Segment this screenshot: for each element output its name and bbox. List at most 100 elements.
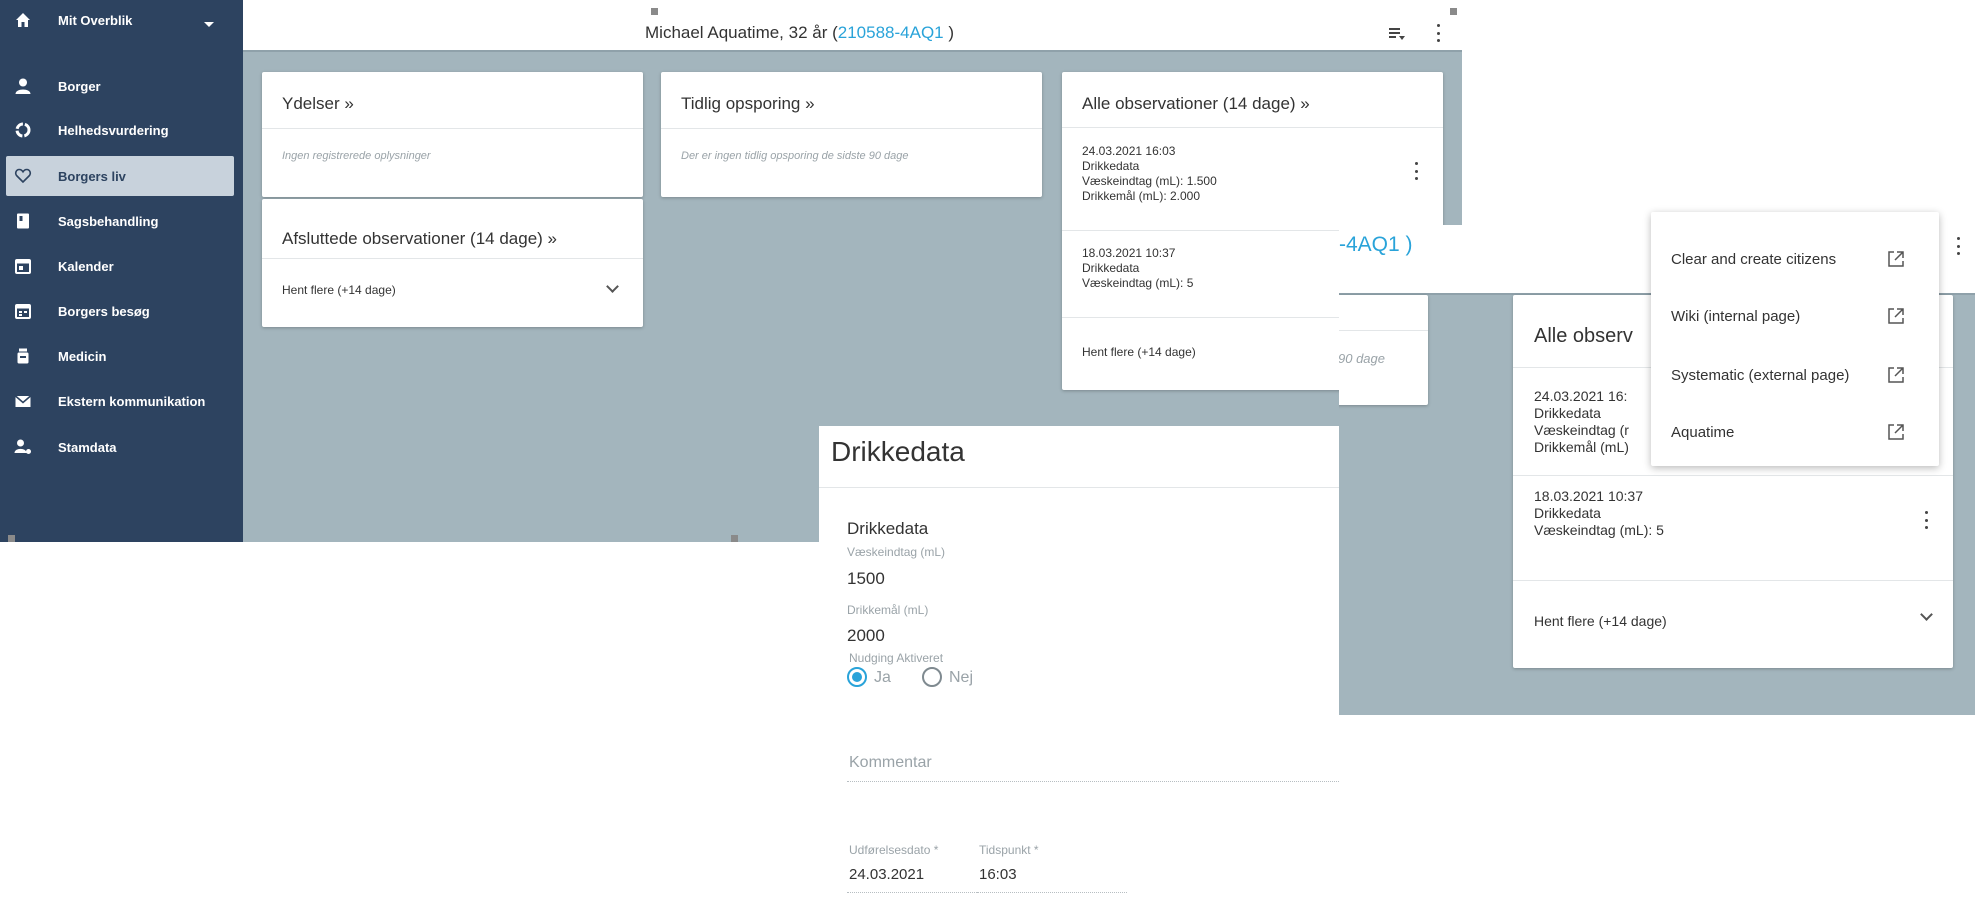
load-more-button[interactable]: Hent flere (+14 dage) bbox=[1534, 613, 1667, 629]
card-title[interactable]: Ydelser » bbox=[282, 94, 354, 114]
load-more-button[interactable]: Hent flere (+14 dage) bbox=[1082, 345, 1196, 359]
envelope-icon bbox=[14, 392, 32, 410]
visit-calendar-icon bbox=[14, 302, 32, 320]
external-link-icon bbox=[1887, 366, 1905, 384]
observation-type: Drikkedata bbox=[1534, 505, 1601, 521]
observation-type: Drikkedata bbox=[1082, 261, 1140, 275]
divider bbox=[1513, 475, 1953, 476]
sidebar-item-label: Mit Overblik bbox=[58, 12, 133, 28]
empty-state: Ingen registrerede oplysninger bbox=[282, 150, 431, 162]
observation-datetime: 18.03.2021 10:37 bbox=[1082, 246, 1176, 260]
menu-item-label: Systematic (external page) bbox=[1671, 367, 1850, 384]
book-icon bbox=[14, 212, 32, 230]
kebab-menu-icon[interactable] bbox=[1435, 24, 1441, 42]
observation-item[interactable]: 24.03.2021 16: Drikkedata Væskeindtag (r… bbox=[1534, 388, 1629, 456]
sidebar-item-borgers-besog[interactable]: Borgers besøg bbox=[0, 291, 243, 331]
chevron-down-icon[interactable] bbox=[606, 280, 619, 293]
calendar-icon bbox=[14, 257, 32, 275]
sidebar-item-label: Helhedsvurdering bbox=[58, 122, 169, 138]
radio-nej-label[interactable]: Nej bbox=[949, 669, 973, 687]
sidebar-item-helhedsvurdering[interactable]: Helhedsvurdering bbox=[0, 110, 243, 150]
observation-value: Væskeindtag (mL): 1.500 bbox=[1082, 174, 1217, 188]
list-filter-icon[interactable] bbox=[1388, 26, 1406, 42]
sidebar-item-label: Ekstern kommunikation bbox=[58, 393, 206, 409]
sidebar-item-label: Kalender bbox=[58, 258, 114, 274]
observation-datetime: 18.03.2021 10:37 bbox=[1534, 488, 1643, 504]
menu-item-systematic[interactable]: Systematic (external page) bbox=[1651, 348, 1939, 404]
user-data-icon bbox=[14, 438, 32, 456]
intake-value[interactable]: 1500 bbox=[847, 569, 885, 589]
card-title[interactable]: Afsluttede observationer (14 dage) » bbox=[282, 229, 557, 249]
sidebar-item-label: Borger bbox=[58, 78, 101, 94]
menu-item-label: Wiki (internal page) bbox=[1671, 308, 1801, 325]
observation-value: Drikkemål (mL): 2.000 bbox=[1082, 189, 1201, 203]
time-input[interactable]: 16:03 bbox=[979, 866, 1017, 883]
sidebar-item-label: Medicin bbox=[58, 348, 107, 364]
selection-handle bbox=[651, 8, 658, 15]
chevron-down-icon[interactable] bbox=[1920, 608, 1933, 621]
card-title[interactable]: Alle observationer (14 dage) » bbox=[1082, 94, 1310, 114]
medicine-icon bbox=[14, 347, 32, 365]
observation-value: Væskeindtag (mL): 5 bbox=[1082, 276, 1194, 290]
sidebar-item-medicin[interactable]: Medicin bbox=[0, 336, 243, 376]
sidebar-item-label: Sagsbehandling bbox=[58, 213, 159, 229]
drikkedata-form: Drikkedata Drikkedata Væskeindtag (mL) 1… bbox=[819, 426, 1339, 897]
time-label: Tidspunkt * bbox=[979, 843, 1039, 857]
menu-item-clear-create[interactable]: Clear and create citizens bbox=[1651, 232, 1939, 288]
heart-icon bbox=[14, 167, 32, 185]
load-more-button[interactable]: Hent flere (+14 dage) bbox=[282, 283, 396, 297]
sidebar-item-stamdata[interactable]: Stamdata bbox=[0, 427, 243, 467]
observation-item[interactable]: 18.03.2021 10:37 Drikkedata Væskeindtag … bbox=[1534, 488, 1664, 539]
radio-nej[interactable] bbox=[922, 667, 942, 687]
sidebar-item-sagsbehandling[interactable]: Sagsbehandling bbox=[0, 201, 243, 241]
person-icon bbox=[14, 77, 32, 95]
sidebar-item-kalender[interactable]: Kalender bbox=[0, 246, 243, 286]
selection-handle bbox=[8, 535, 15, 542]
sidebar-item-label: Borgers liv bbox=[58, 168, 126, 184]
card-tidlig-opsporing: Tidlig opsporing » Der er ingen tidlig o… bbox=[661, 72, 1042, 197]
sidebar-item-mit-overblik[interactable]: Mit Overblik bbox=[0, 0, 243, 40]
cpr-number[interactable]: 210588-4AQ1 bbox=[838, 23, 944, 42]
observation-datetime: 24.03.2021 16: bbox=[1534, 388, 1628, 404]
chevron-down-icon[interactable] bbox=[204, 22, 214, 27]
observation-item[interactable]: 18.03.2021 10:37 Drikkedata Væskeindtag … bbox=[1082, 246, 1193, 291]
external-link-icon bbox=[1887, 250, 1905, 268]
kebab-menu-icon[interactable] bbox=[1955, 237, 1961, 255]
empty-state: 90 dage bbox=[1339, 351, 1385, 366]
goal-label: Drikkemål (mL) bbox=[847, 603, 929, 617]
card-title[interactable]: Tidlig opsporing » bbox=[681, 94, 815, 114]
sidebar-item-ekstern-kommunikation[interactable]: Ekstern kommunikation bbox=[0, 381, 243, 421]
date-input[interactable]: 24.03.2021 bbox=[849, 866, 924, 883]
goal-value[interactable]: 2000 bbox=[847, 626, 885, 646]
sidebar-item-label: Borgers besøg bbox=[58, 303, 150, 319]
patient-header: Michael Aquatime, 32 år (210588-4AQ1 ) bbox=[645, 23, 954, 43]
menu-item-wiki[interactable]: Wiki (internal page) bbox=[1651, 289, 1939, 345]
divider bbox=[1513, 580, 1953, 581]
date-underline bbox=[847, 892, 997, 893]
selection-handle bbox=[731, 535, 738, 542]
menu-item-label: Aquatime bbox=[1671, 424, 1735, 441]
observation-item[interactable]: 24.03.2021 16:03 Drikkedata Væskeindtag … bbox=[1082, 144, 1217, 204]
observation-type: Drikkedata bbox=[1534, 405, 1601, 421]
empty-state: Der er ingen tidlig opsporing de sidste … bbox=[681, 150, 909, 162]
sidebar-item-borger[interactable]: Borger bbox=[0, 66, 243, 106]
observation-datetime: 24.03.2021 16:03 bbox=[1082, 144, 1176, 158]
sidebar: Mit Overblik Borger Helhedsvurdering Bor… bbox=[0, 0, 243, 542]
sidebar-item-borgers-liv[interactable]: Borgers liv bbox=[6, 156, 234, 196]
menu-item-label: Clear and create citizens bbox=[1671, 251, 1837, 268]
card-title[interactable]: Alle observ bbox=[1534, 325, 1633, 348]
patient-name: Michael Aquatime, 32 år ( bbox=[645, 23, 838, 42]
divider bbox=[661, 128, 1042, 129]
kebab-menu-icon[interactable] bbox=[1923, 511, 1929, 529]
radio-ja-label[interactable]: Ja bbox=[874, 669, 891, 687]
cycle-icon bbox=[14, 121, 32, 139]
time-underline bbox=[977, 892, 1127, 893]
nudging-label: Nudging Aktiveret bbox=[849, 651, 944, 665]
radio-ja[interactable] bbox=[847, 667, 867, 687]
divider bbox=[262, 128, 643, 129]
cpr-number[interactable]: -4AQ1 ) bbox=[1339, 233, 1413, 257]
kebab-menu-icon[interactable] bbox=[1413, 162, 1419, 180]
menu-item-aquatime[interactable]: Aquatime bbox=[1651, 405, 1939, 461]
comment-input[interactable]: Kommentar bbox=[849, 754, 932, 772]
patient-header-suffix: ) bbox=[943, 23, 955, 42]
